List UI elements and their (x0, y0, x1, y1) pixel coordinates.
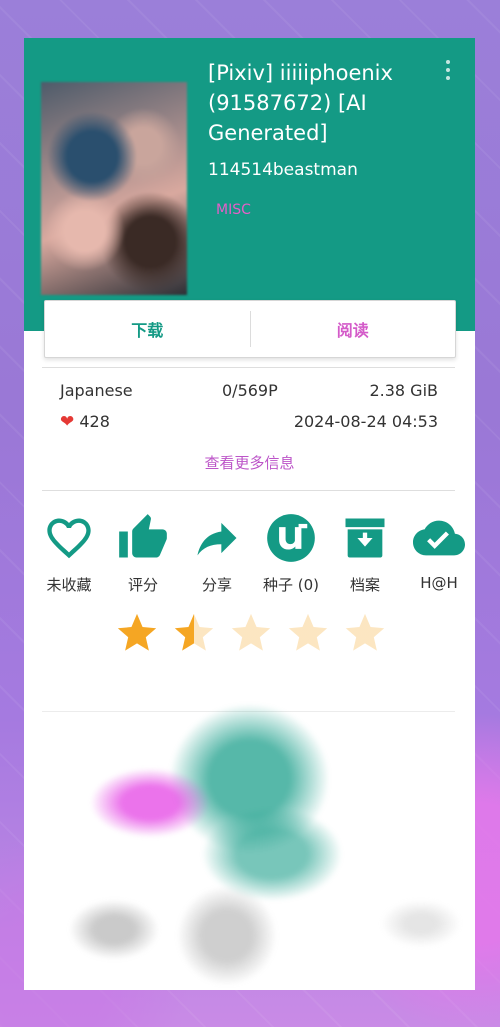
star-icon[interactable] (285, 610, 331, 656)
star-icon[interactable] (342, 610, 388, 656)
archive-action[interactable]: 档案 (330, 512, 400, 595)
utorrent-icon (267, 514, 315, 562)
star-icon[interactable] (228, 610, 274, 656)
torrent-action[interactable]: 种子 (0) (256, 512, 326, 595)
posted-date-text: 2024-08-24 04:53 (293, 412, 438, 431)
share-icon (197, 522, 237, 556)
share-label: 分享 (201, 576, 232, 594)
archive-label: 档案 (349, 576, 380, 594)
hath-action[interactable]: H@H (404, 512, 474, 595)
read-button[interactable]: 阅读 (251, 317, 456, 341)
preview-thumbnails-blurred (24, 688, 475, 990)
divider (42, 367, 455, 368)
thumb-up-icon (119, 514, 167, 558)
gallery-detail-card: [Pixiv] iiiiiphoenix (91587672) [AI Gene… (24, 38, 475, 990)
rating-stars[interactable] (114, 610, 388, 656)
favorites-number: 428 (79, 412, 110, 431)
hath-label: H@H (420, 574, 458, 592)
primary-action-bar: 下载 阅读 (44, 300, 456, 358)
gallery-title: [Pixiv] iiiiiphoenix (91587672) [AI Gene… (208, 61, 393, 145)
rate-action[interactable]: 评分 (108, 512, 178, 595)
torrent-label: 种子 (0) (262, 576, 320, 594)
uploader-name[interactable]: 114514beastman (208, 160, 358, 180)
favorites-count: ❤ 428 (60, 412, 110, 432)
star-icon[interactable] (171, 610, 217, 656)
language-text: Japanese (60, 381, 133, 400)
rate-label: 评分 (127, 576, 158, 594)
heart-icon: ❤ (60, 412, 75, 432)
category-badge: MISC (216, 202, 251, 218)
star-icon[interactable] (114, 610, 160, 656)
cloud-check-icon (413, 520, 465, 556)
favorite-action[interactable]: 未收藏 (34, 512, 104, 595)
heart-outline-icon (47, 518, 91, 559)
page-count-text: 0/569P (222, 381, 278, 400)
more-info-link[interactable]: 查看更多信息 (24, 452, 475, 473)
gallery-header: [Pixiv] iiiiiphoenix (91587672) [AI Gene… (24, 38, 475, 331)
favorite-label: 未收藏 (46, 576, 92, 594)
more-vert-icon[interactable] (441, 60, 455, 84)
divider (42, 490, 455, 491)
share-action[interactable]: 分享 (182, 512, 252, 595)
action-row: 未收藏 评分 分享 种子 (0) 档案 H@H (34, 512, 474, 595)
file-size-text: 2.38 GiB (369, 381, 438, 400)
archive-icon (345, 518, 385, 558)
gallery-cover-thumbnail[interactable] (41, 82, 187, 295)
download-button[interactable]: 下载 (45, 317, 250, 341)
